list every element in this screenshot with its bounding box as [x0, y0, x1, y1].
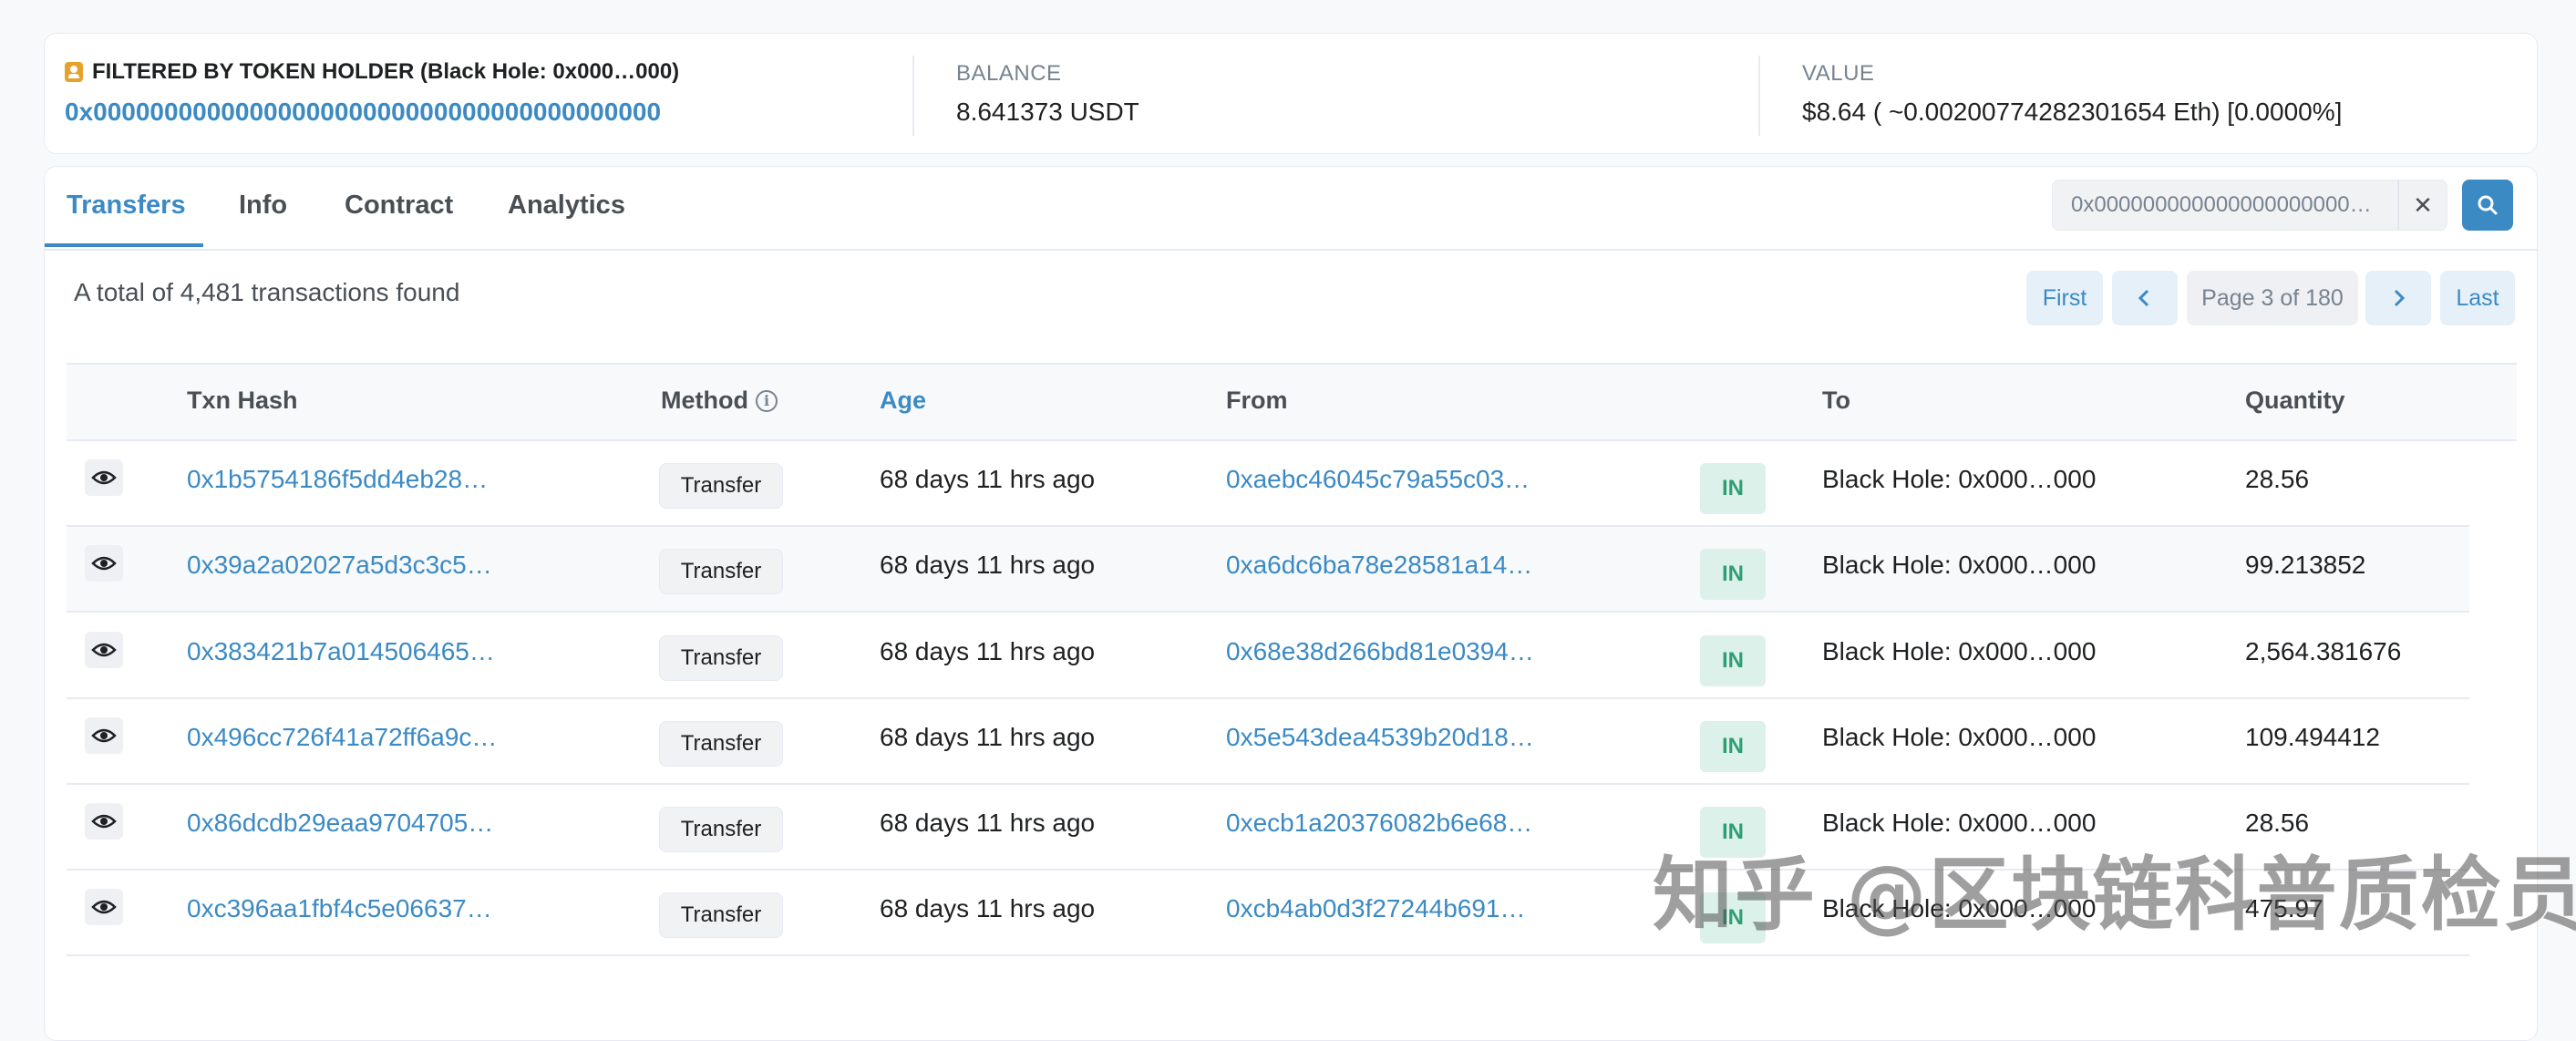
- to-address[interactable]: Black Hole: 0x000…000: [1822, 723, 2096, 752]
- balance-value: 8.641373 USDT: [956, 98, 1139, 127]
- eye-icon: [91, 898, 117, 916]
- watermark-text: 知乎 @区块链科普质检员: [1653, 830, 2576, 946]
- from-address-link[interactable]: 0xaebc46045c79a55c03…: [1226, 465, 1530, 494]
- transaction-count: A total of 4,481 transactions found: [74, 278, 459, 307]
- eye-icon: [91, 469, 117, 487]
- preview-button[interactable]: [85, 803, 123, 840]
- age-cell: 68 days 11 hrs ago: [880, 637, 1095, 666]
- to-address[interactable]: Black Hole: 0x000…000: [1822, 551, 2096, 580]
- preview-button[interactable]: [85, 459, 123, 496]
- table-row: 0x383421b7a014506465… Transfer 68 days 1…: [67, 613, 2469, 699]
- method-badge: Transfer: [659, 892, 783, 938]
- first-page-button[interactable]: First: [2026, 271, 2103, 325]
- filter-label: FILTERED BY TOKEN HOLDER (Black Hole: 0x…: [92, 59, 679, 85]
- method-badge: Transfer: [659, 721, 783, 767]
- eye-icon: [91, 727, 117, 745]
- last-page-button[interactable]: Last: [2440, 271, 2515, 325]
- direction-badge: IN: [1700, 721, 1766, 772]
- txn-hash-link[interactable]: 0x86dcdb29eaa9704705…: [187, 809, 493, 838]
- value-amount: $8.64 ( ~0.00200774282301654 Eth) [0.000…: [1802, 98, 2342, 127]
- method-badge: Transfer: [659, 463, 783, 509]
- holder-address-link[interactable]: 0x00000000000000000000000000000000000000…: [65, 98, 661, 127]
- header-method: Method i: [661, 387, 778, 415]
- eye-icon: [91, 641, 117, 659]
- age-cell: 68 days 11 hrs ago: [880, 809, 1095, 838]
- method-badge: Transfer: [659, 549, 783, 594]
- table-row: 0x496cc726f41a72ff6a9c… Transfer 68 days…: [67, 699, 2469, 785]
- from-address-link[interactable]: 0xecb1a20376082b6e68…: [1226, 809, 1532, 838]
- tab-transfers[interactable]: Transfers: [67, 191, 186, 221]
- holder-section: FILTERED BY TOKEN HOLDER (Black Hole: 0x…: [65, 34, 885, 155]
- preview-button[interactable]: [85, 632, 123, 668]
- txn-hash-link[interactable]: 0x383421b7a014506465…: [187, 637, 495, 666]
- tab-analytics[interactable]: Analytics: [508, 191, 625, 221]
- quantity-cell: 99.213852: [2245, 551, 2365, 580]
- holder-contact-icon: [65, 62, 83, 82]
- table-row: 0x39a2a02027a5d3c3c5… Transfer 68 days 1…: [67, 527, 2469, 613]
- eye-icon: [91, 554, 117, 572]
- balance-section: BALANCE 8.641373 USDT: [912, 56, 1753, 136]
- header-txn-hash: Txn Hash: [187, 387, 298, 415]
- info-icon[interactable]: i: [756, 390, 778, 412]
- filter-label-row: FILTERED BY TOKEN HOLDER (Black Hole: 0x…: [65, 59, 679, 85]
- direction-badge: IN: [1700, 549, 1766, 600]
- header-from: From: [1226, 387, 1288, 415]
- txn-hash-link[interactable]: 0x39a2a02027a5d3c3c5…: [187, 551, 492, 580]
- preview-button[interactable]: [85, 889, 123, 925]
- transfers-card: Transfers Info Contract Analytics 0x0000…: [44, 166, 2538, 1041]
- active-tab-indicator: [45, 243, 203, 247]
- balance-label: BALANCE: [956, 61, 1062, 87]
- clear-search-button[interactable]: ✕: [2398, 180, 2447, 231]
- quantity-cell: 109.494412: [2245, 723, 2380, 752]
- method-badge: Transfer: [659, 807, 783, 852]
- close-icon: ✕: [2413, 191, 2433, 220]
- tab-contract[interactable]: Contract: [345, 191, 453, 221]
- next-page-button[interactable]: [2365, 271, 2431, 325]
- from-address-link[interactable]: 0xa6dc6ba78e28581a14…: [1226, 551, 1532, 580]
- method-badge: Transfer: [659, 635, 783, 681]
- address-search-input[interactable]: 0x0000000000000000000000...: [2052, 180, 2398, 231]
- to-address[interactable]: Black Hole: 0x000…000: [1822, 637, 2096, 666]
- table-row: 0x1b5754186f5dd4eb28… Transfer 68 days 1…: [67, 441, 2469, 527]
- header-method-label: Method: [661, 387, 748, 415]
- direction-badge: IN: [1700, 635, 1766, 686]
- page-indicator: Page 3 of 180: [2187, 271, 2358, 325]
- chevron-left-icon: [2137, 288, 2153, 308]
- from-address-link[interactable]: 0x5e543dea4539b20d18…: [1226, 723, 1534, 752]
- header-age[interactable]: Age: [880, 387, 926, 415]
- chevron-right-icon: [2390, 288, 2406, 308]
- quantity-cell: 28.56: [2245, 465, 2309, 494]
- txn-hash-link[interactable]: 0xc396aa1fbf4c5e06637…: [187, 894, 492, 923]
- from-address-link[interactable]: 0xcb4ab0d3f27244b691…: [1226, 894, 1526, 923]
- age-cell: 68 days 11 hrs ago: [880, 894, 1095, 923]
- quantity-cell: 2,564.381676: [2245, 637, 2401, 666]
- previous-page-button[interactable]: [2112, 271, 2178, 325]
- direction-badge: IN: [1700, 463, 1766, 514]
- table-header: Txn Hash Method i Age From To Quantity: [67, 363, 2517, 441]
- tab-bar: Transfers Info Contract Analytics 0x0000…: [45, 167, 2537, 251]
- header-quantity: Quantity: [2245, 387, 2345, 415]
- value-section: VALUE $8.64 ( ~0.00200774282301654 Eth) …: [1758, 56, 2489, 136]
- preview-button[interactable]: [85, 717, 123, 754]
- value-label: VALUE: [1802, 61, 1874, 87]
- age-cell: 68 days 11 hrs ago: [880, 723, 1095, 752]
- tab-info[interactable]: Info: [239, 191, 287, 221]
- search-button[interactable]: [2462, 180, 2513, 231]
- age-cell: 68 days 11 hrs ago: [880, 465, 1095, 494]
- txn-hash-link[interactable]: 0x1b5754186f5dd4eb28…: [187, 465, 488, 494]
- to-address[interactable]: Black Hole: 0x000…000: [1822, 465, 2096, 494]
- token-holder-filter-card: FILTERED BY TOKEN HOLDER (Black Hole: 0x…: [44, 33, 2538, 154]
- preview-button[interactable]: [85, 545, 123, 582]
- age-cell: 68 days 11 hrs ago: [880, 551, 1095, 580]
- from-address-link[interactable]: 0x68e38d266bd81e0394…: [1226, 637, 1534, 666]
- eye-icon: [91, 812, 117, 830]
- txn-hash-link[interactable]: 0x496cc726f41a72ff6a9c…: [187, 723, 497, 752]
- search-icon: [2476, 193, 2499, 217]
- header-to: To: [1822, 387, 1850, 415]
